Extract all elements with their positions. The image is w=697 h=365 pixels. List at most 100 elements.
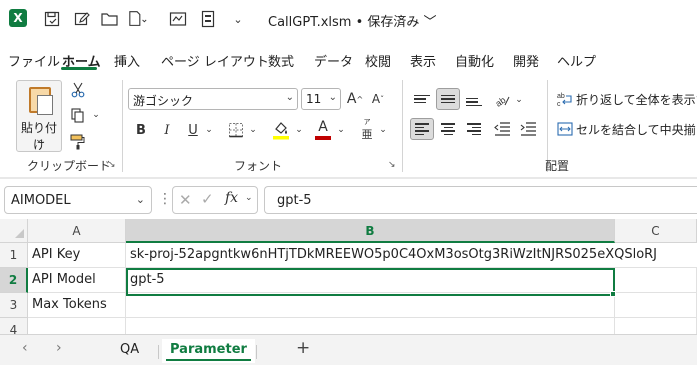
cell-a1[interactable]: API Key xyxy=(28,243,126,268)
tab-view[interactable]: 表示 xyxy=(410,51,436,70)
paste-dropdown-caret[interactable]: ⌄ xyxy=(17,135,61,145)
sheet-tab-qa[interactable]: QA xyxy=(112,339,147,363)
increase-indent-button[interactable] xyxy=(516,118,540,140)
align-bottom-button[interactable] xyxy=(462,88,486,110)
font-color-swatch xyxy=(315,136,331,140)
form-icon[interactable] xyxy=(198,8,218,30)
print-icon[interactable] xyxy=(168,8,188,30)
row-header[interactable]: 2 xyxy=(0,268,28,293)
open-folder-icon[interactable] xyxy=(100,8,120,30)
borders-icon[interactable] xyxy=(226,120,246,140)
tab-separator xyxy=(256,345,257,359)
tab-formulas[interactable]: 数式 xyxy=(268,51,294,70)
column-header-b[interactable]: B xyxy=(126,219,615,243)
format-painter-icon[interactable] xyxy=(68,132,88,152)
underline-button[interactable]: U xyxy=(184,120,202,140)
font-color-dropdown-icon[interactable]: ⌄ xyxy=(336,121,346,139)
bold-button[interactable]: B xyxy=(132,120,150,140)
new-file-icon[interactable] xyxy=(128,8,148,30)
decrease-indent-button[interactable] xyxy=(490,118,514,140)
cell-a2[interactable]: API Model xyxy=(28,268,126,293)
fill-handle[interactable] xyxy=(610,291,616,297)
align-middle-button[interactable] xyxy=(436,88,460,110)
sheet-tab-parameter[interactable]: Parameter xyxy=(162,339,255,363)
tab-insert[interactable]: 挿入 xyxy=(114,51,140,70)
phonetic-guide-button[interactable]: ア 亜 xyxy=(356,118,378,142)
font-size-select[interactable]: 11 ⌄ xyxy=(301,88,341,110)
phonetic-dropdown-icon[interactable]: ⌄ xyxy=(378,121,388,139)
fill-color-dropdown-icon[interactable]: ⌄ xyxy=(294,121,304,139)
insert-function-button[interactable]: fx xyxy=(225,190,238,206)
wrap-text-icon[interactable]: ab c xyxy=(556,90,574,108)
alignment-group-label: 配置 xyxy=(545,159,570,173)
paste-button[interactable]: 貼り付け ⌄ xyxy=(16,80,62,152)
align-left-button[interactable] xyxy=(410,118,434,140)
chevron-right-icon[interactable]: › xyxy=(56,340,62,356)
tab-help[interactable]: ヘルプ xyxy=(557,51,596,70)
column-header-c[interactable]: C xyxy=(615,219,697,243)
name-box[interactable]: AIMODEL ⌄ xyxy=(4,186,152,214)
ribbon-divider xyxy=(122,80,123,172)
tab-review[interactable]: 校閲 xyxy=(365,51,391,70)
merge-center-label[interactable]: セルを結合して中央揃え xyxy=(576,121,697,138)
italic-button[interactable]: I xyxy=(158,120,176,140)
cell-b3[interactable] xyxy=(126,293,615,318)
font-color-button[interactable]: A xyxy=(312,118,334,142)
wrap-text-label[interactable]: 折り返して全体を表示する xyxy=(576,91,697,108)
tab-developer[interactable]: 開発 xyxy=(513,51,539,70)
more-options-icon[interactable]: ⋮ xyxy=(158,191,172,207)
underline-dropdown-icon[interactable]: ⌄ xyxy=(204,121,214,139)
clipboard-launcher-icon[interactable]: ↘ xyxy=(108,160,116,170)
row-header[interactable]: 1 xyxy=(0,243,28,268)
fill-color-icon[interactable] xyxy=(270,118,292,142)
tab-page-layout[interactable]: ページ レイアウト xyxy=(161,51,269,70)
add-sheet-button[interactable]: + xyxy=(296,338,310,358)
chevron-down-icon[interactable]: ⌄ xyxy=(245,193,253,203)
enter-icon[interactable]: ✓ xyxy=(201,190,214,208)
sheet-tab-bar: ‹ › QA Parameter + xyxy=(0,334,697,365)
row-header[interactable]: 3 xyxy=(0,293,28,318)
cell-c3[interactable] xyxy=(615,293,697,318)
clipboard-group-label: クリップボード xyxy=(27,159,112,173)
edit-icon[interactable] xyxy=(72,8,92,30)
name-box-value: AIMODEL xyxy=(11,193,71,208)
tab-data[interactable]: データ xyxy=(314,51,353,70)
more-icon[interactable]: ⌄ xyxy=(228,8,248,30)
tab-automate[interactable]: 自動化 xyxy=(455,51,494,70)
cell-c2[interactable] xyxy=(615,268,697,293)
tab-separator xyxy=(158,345,159,359)
column-header-a[interactable]: A xyxy=(28,219,126,243)
decrease-font-size-button[interactable]: Aˇ xyxy=(368,88,388,110)
chevron-down-icon: ⌄ xyxy=(328,92,337,103)
cell-b1[interactable]: sk-proj-52apgntkw6nHTjTDkMREEWO5p0C4OxM3… xyxy=(126,243,697,268)
row-header[interactable]: 4 xyxy=(0,318,28,334)
font-launcher-icon[interactable]: ↘ xyxy=(388,160,396,170)
cell-b4[interactable] xyxy=(126,318,615,334)
copy-dropdown-icon[interactable]: ⌄ xyxy=(90,108,102,122)
cell-c4[interactable] xyxy=(615,318,697,334)
phonetic-glyph: 亜 xyxy=(361,127,373,141)
align-top-button[interactable] xyxy=(410,88,434,110)
orientation-dropdown-icon[interactable]: ⌄ xyxy=(514,91,524,109)
borders-dropdown-icon[interactable]: ⌄ xyxy=(248,121,258,139)
orientation-button[interactable]: ab xyxy=(490,88,514,110)
cell-a4[interactable] xyxy=(28,318,126,334)
select-all-corner[interactable] xyxy=(0,219,28,243)
autosave-icon[interactable] xyxy=(42,8,62,30)
cell-b2[interactable]: gpt-5 xyxy=(126,268,615,293)
cut-icon[interactable] xyxy=(68,80,88,100)
align-center-button[interactable] xyxy=(436,118,460,140)
merge-center-icon[interactable] xyxy=(556,120,574,138)
cancel-icon[interactable]: ✕ xyxy=(179,191,192,209)
worksheet-grid[interactable]: A B C 1 API Key sk-proj-52apgntkw6nHTjTD… xyxy=(0,219,697,334)
tab-file[interactable]: ファイル xyxy=(8,51,60,70)
font-name-value: 游ゴシック xyxy=(133,94,194,108)
formula-input[interactable]: gpt-5 xyxy=(264,186,697,214)
font-name-select[interactable]: 游ゴシック ⌄ xyxy=(128,88,298,110)
window-title[interactable]: CallGPT.xlsm • 保存済み ﹀ xyxy=(268,11,437,30)
chevron-left-icon[interactable]: ‹ xyxy=(22,340,28,356)
cell-a3[interactable]: Max Tokens xyxy=(28,293,126,318)
increase-font-size-button[interactable]: A ^ xyxy=(345,88,365,110)
copy-icon[interactable] xyxy=(68,106,88,126)
align-right-button[interactable] xyxy=(462,118,486,140)
